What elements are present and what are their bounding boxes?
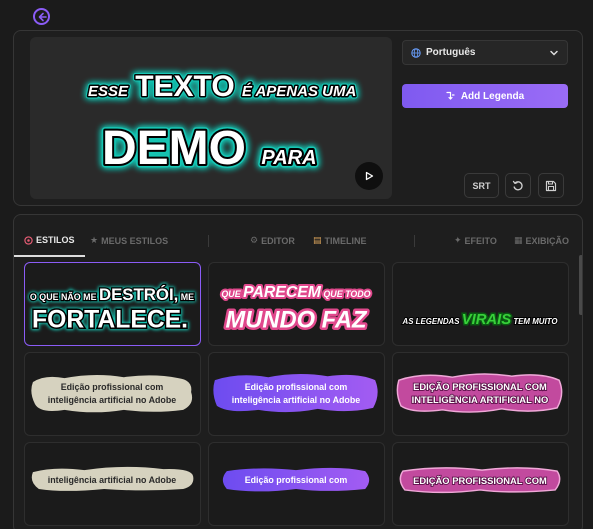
- play-button[interactable]: [355, 162, 383, 190]
- style-line2: inteligência artificial no Adobe: [232, 395, 360, 405]
- style-line1: Edição profissional com: [245, 382, 348, 392]
- display-icon: ▦: [514, 235, 523, 245]
- style-preview: Edição profissional com inteligência art…: [213, 373, 378, 413]
- style-preview: Edição profissional com: [222, 467, 370, 492]
- language-value: Português: [426, 47, 476, 58]
- add-caption-button[interactable]: Add Legenda: [402, 84, 568, 108]
- style-text-c: TEM MUITO: [513, 317, 557, 326]
- style-text-a: AS LEGENDAS: [402, 317, 461, 326]
- style-line1: Edição profissional com: [61, 382, 164, 392]
- style-text-c: QUE TODO: [323, 289, 370, 299]
- styles-panel: ESTILOS ★ MEUS ESTILOS ⚙ EDITOR ▤ TIMELI…: [13, 214, 583, 529]
- style-line2: inteligência artificial no Adobe: [48, 395, 176, 405]
- play-icon: [365, 171, 374, 181]
- svg-text:O QUE NÃO ME DESTRÓI, ME: O QUE NÃO ME DESTRÓI, ME: [30, 285, 194, 304]
- clipboard-icon: ▤: [313, 235, 322, 245]
- style-card[interactable]: EDIÇÃO PROFISSIONAL COM: [392, 442, 569, 526]
- reset-icon: [512, 180, 523, 190]
- style-text-b: VIRAIS: [462, 312, 512, 328]
- tab-timeline[interactable]: ▤ TIMELINE: [313, 235, 367, 246]
- save-button[interactable]: [538, 173, 564, 198]
- caption-preview: ESSE TEXTO É APENAS UMA ESSE TEXTO É APE…: [86, 68, 359, 179]
- style-card[interactable]: inteligência artificial no Adobe: [24, 442, 201, 526]
- style-text-a: QUE: [221, 289, 241, 299]
- tab-divider: [208, 235, 209, 247]
- tab-editor[interactable]: ⚙ EDITOR: [250, 235, 295, 246]
- sparkle-icon: ✦: [454, 235, 462, 245]
- style-card[interactable]: Edição profissional com inteligência art…: [24, 352, 201, 436]
- style-card[interactable]: Edição profissional com: [208, 442, 385, 526]
- svg-text:QUE PARECEM QUE TODO: QUE PARECEM QUE TODO: [221, 284, 370, 301]
- style-preview: EDIÇÃO PROFISSIONAL COM INTELIGÊNCIA ART…: [396, 373, 563, 413]
- srt-label: SRT: [472, 180, 491, 191]
- style-card[interactable]: Edição profissional com inteligência art…: [208, 352, 385, 436]
- style-preview: Edição profissional com inteligência art…: [31, 374, 193, 413]
- svg-text:AS LEGENDAS VIRAIS: AS LEGENDAS VIRAIS TEM MUITO: [402, 312, 558, 328]
- style-card[interactable]: QUE PARECEM QUE TODO MUNDO FAZ: [208, 262, 385, 346]
- palette-icon: [24, 235, 33, 245]
- preview-panel: ESSE TEXTO É APENAS UMA ESSE TEXTO É APE…: [13, 30, 583, 206]
- globe-icon: [411, 47, 421, 58]
- style-card[interactable]: EDIÇÃO PROFISSIONAL COM INTELIGÊNCIA ART…: [392, 352, 569, 436]
- style-line1: Edição profissional com: [245, 475, 348, 485]
- style-text-b: PARECEM: [243, 284, 322, 301]
- style-preview: QUE PARECEM QUE TODO MUNDO FAZ: [219, 282, 372, 336]
- tab-divider: [414, 235, 415, 247]
- tab-meus-estilos[interactable]: ★ MEUS ESTILOS: [90, 235, 168, 246]
- srt-button[interactable]: SRT: [464, 173, 499, 198]
- star-icon: ★: [90, 235, 99, 245]
- style-text-a: O QUE NÃO ME: [30, 292, 97, 302]
- style-text-d: MUNDO FAZ: [226, 308, 368, 334]
- style-card[interactable]: AS LEGENDAS VIRAIS TEM MUITO: [392, 262, 569, 346]
- style-line1: EDIÇÃO PROFISSIONAL COM: [413, 381, 547, 392]
- language-select[interactable]: Português: [402, 40, 568, 65]
- tab-exibicao[interactable]: ▦ EXIBIÇÃO: [514, 235, 569, 246]
- chevron-down-icon: [550, 50, 558, 56]
- scrollbar[interactable]: [579, 255, 582, 315]
- style-line2: INTELIGÊNCIA ARTIFICIAL NO: [412, 394, 549, 405]
- styles-grid: O QUE NÃO ME DESTRÓI, ME O QUE NÃO ME DE…: [22, 261, 570, 529]
- reset-button[interactable]: [505, 173, 531, 198]
- arrow-left-circle-icon: [38, 12, 47, 21]
- add-caption-label: Add Legenda: [460, 90, 525, 102]
- panel-tabs: ESTILOS ★ MEUS ESTILOS ⚙ EDITOR ▤ TIMELI…: [14, 215, 582, 257]
- style-card[interactable]: O QUE NÃO ME DESTRÓI, ME O QUE NÃO ME DE…: [24, 262, 201, 346]
- tab-efeito[interactable]: ✦ EFEITO: [454, 235, 497, 246]
- active-tab-indicator: [14, 255, 85, 257]
- style-preview: inteligência artificial no Adobe: [31, 466, 194, 491]
- style-preview: EDIÇÃO PROFISSIONAL COM: [399, 467, 561, 494]
- save-icon: [545, 180, 557, 191]
- back-button[interactable]: [33, 8, 50, 25]
- style-text-d: FORTALECE.: [32, 307, 188, 334]
- video-preview: ESSE TEXTO É APENAS UMA ESSE TEXTO É APE…: [30, 37, 392, 199]
- style-text-c: ME: [181, 292, 194, 302]
- style-preview: AS LEGENDAS VIRAIS TEM MUITO: [401, 310, 559, 329]
- style-line1: inteligência artificial no Adobe: [48, 475, 176, 485]
- svg-text:ESSE TEXTO: ESSE TEXTO É APENAS UMA: [88, 70, 356, 103]
- caption-add-icon: [446, 91, 455, 100]
- style-preview: O QUE NÃO ME DESTRÓI, ME O QUE NÃO ME DE…: [28, 283, 196, 336]
- style-text-b: DESTRÓI,: [99, 285, 178, 304]
- tab-estilos[interactable]: ESTILOS: [24, 235, 75, 245]
- style-line1: EDIÇÃO PROFISSIONAL COM: [413, 475, 547, 486]
- svg-text:DEMO PARA: DEMO PARA: [102, 122, 317, 175]
- gear-icon: ⚙: [250, 235, 259, 245]
